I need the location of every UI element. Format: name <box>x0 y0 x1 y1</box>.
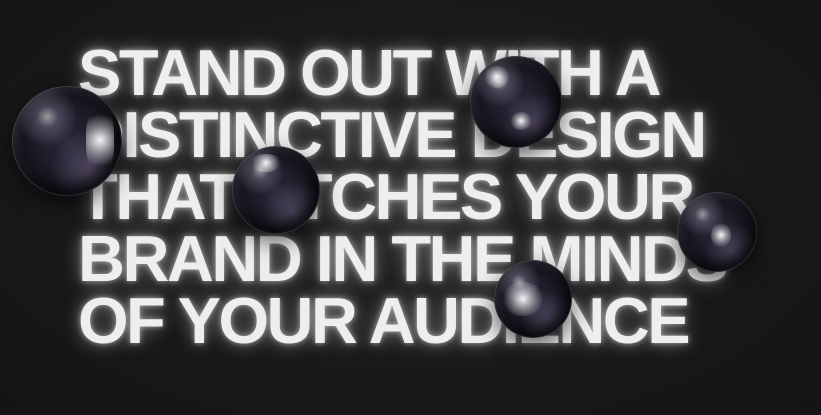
decorative-sphere-right <box>677 192 757 272</box>
sphere-glint <box>484 66 510 88</box>
headline-line-5: OF YOUR AUDIENCE <box>78 284 691 357</box>
sphere-glint <box>86 108 114 172</box>
sphere-glint <box>250 154 282 172</box>
sphere-rim <box>470 56 562 148</box>
hero-headline: STAND OUT WITH A DISTINCTIVE DESIGN THAT… <box>78 36 729 357</box>
sphere-glint <box>502 282 544 316</box>
hero-stage: STAND OUT WITH A DISTINCTIVE DESIGN THAT… <box>0 0 821 415</box>
headline-line-1: STAND OUT WITH A <box>78 36 662 109</box>
decorative-sphere-large-left <box>12 86 122 196</box>
decorative-sphere-top-center <box>470 56 562 148</box>
decorative-sphere-middle <box>232 146 320 234</box>
decorative-sphere-lower-center <box>494 260 572 338</box>
headline-line-2: DISTINCTIVE DESIGN <box>78 98 707 171</box>
headline-line-3: THAT ETCHES YOUR <box>78 160 695 233</box>
headline-line-4: BRAND IN THE MINDS <box>78 222 729 295</box>
sphere-glint <box>510 112 532 130</box>
sphere-glint <box>711 222 731 248</box>
